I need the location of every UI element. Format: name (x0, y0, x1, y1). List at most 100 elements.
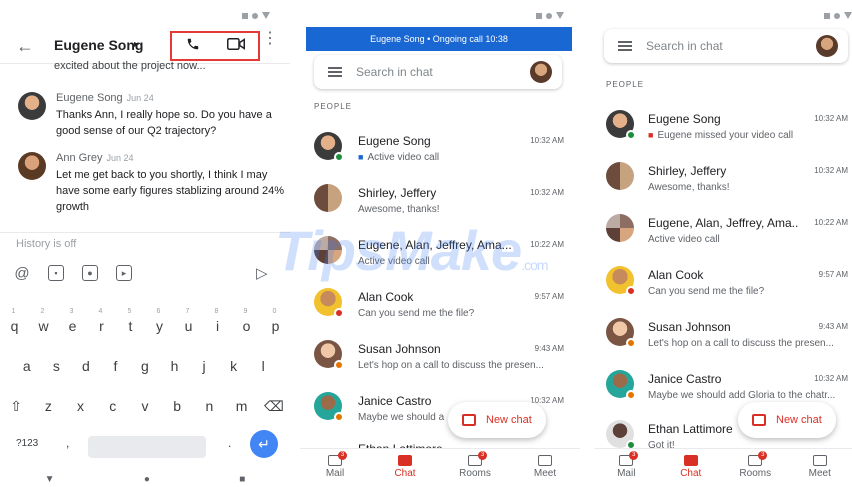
new-chat-label: New chat (776, 414, 822, 426)
menu-icon[interactable] (328, 67, 342, 77)
ongoing-call-banner[interactable]: Eugene Song • Ongoing call 10:38 (306, 27, 572, 51)
key-u[interactable]: 7u (178, 308, 200, 334)
away-status-dot (626, 390, 636, 400)
key-b[interactable]: b (166, 398, 188, 415)
key-v[interactable]: v (134, 398, 156, 415)
chat-row[interactable]: Eugene Song 10:32 AM ■ Eugene missed your… (606, 108, 850, 160)
avatar[interactable] (18, 152, 46, 180)
phone-icon[interactable] (186, 37, 200, 56)
chat-name: Shirley, Jeffery (358, 186, 437, 200)
key-n[interactable]: n (198, 398, 220, 415)
key-x[interactable]: x (70, 398, 92, 415)
key-z[interactable]: z (37, 398, 59, 415)
nav-chat[interactable]: Chat (375, 449, 435, 487)
key-r[interactable]: 4r (91, 308, 113, 334)
nav-home-icon[interactable]: ● (144, 474, 150, 485)
conversation-panel: ← Eugene Song ▸ ⋮ excited about the proj… (0, 0, 290, 487)
nav-meet[interactable]: Meet (790, 449, 850, 487)
key-m[interactable]: m (231, 398, 253, 415)
avatar (606, 110, 636, 140)
key-e[interactable]: 3e (62, 308, 84, 334)
key-q[interactable]: 1q (4, 308, 26, 334)
space-bar[interactable] (88, 436, 206, 458)
nav-rooms[interactable]: 3 Rooms (725, 449, 785, 487)
image-icon[interactable]: ▪ (48, 265, 64, 281)
group-avatar (606, 162, 634, 190)
chat-row[interactable]: Alan Cook 9:57 AM Can you send me the fi… (606, 264, 850, 316)
key-j[interactable]: j (193, 358, 215, 374)
key-a[interactable]: a (16, 358, 38, 374)
menu-icon[interactable] (618, 41, 632, 51)
status-bar-icons (242, 12, 270, 19)
chat-row[interactable]: Alan Cook 9:57 AM Can you send me the fi… (314, 286, 566, 338)
key-c[interactable]: c (102, 398, 124, 415)
nav-chat[interactable]: Chat (661, 449, 721, 487)
search-bar[interactable]: Search in chat (604, 29, 848, 63)
key-hint: 1 (11, 308, 16, 315)
key-d[interactable]: d (75, 358, 97, 374)
nav-mail[interactable]: 3 Mail (305, 449, 365, 487)
send-icon[interactable]: ▷ (256, 264, 268, 282)
video-call-icon[interactable] (226, 37, 245, 56)
message-sender: Ann Grey Jun 24 (56, 152, 134, 164)
account-avatar[interactable] (530, 61, 552, 83)
new-chat-button[interactable]: New chat (738, 402, 836, 438)
nav-meet[interactable]: Meet (515, 449, 575, 487)
symbols-key[interactable]: ?123 (16, 438, 38, 449)
key-l[interactable]: l (252, 358, 274, 374)
chat-time: 10:32 AM (814, 374, 848, 383)
compose-field[interactable]: History is off (0, 232, 290, 256)
nav-label: Mail (325, 468, 345, 479)
chat-name: Eugene Song (648, 112, 721, 126)
chevron-right-icon[interactable]: ▸ (134, 39, 139, 50)
camera-icon[interactable]: ● (82, 265, 98, 281)
key-hint: 0 (272, 308, 277, 315)
key-s[interactable]: s (45, 358, 67, 374)
nav-rooms[interactable]: 3 Rooms (445, 449, 505, 487)
nav-recents-icon[interactable]: ■ (239, 474, 245, 485)
key-o[interactable]: 9o (236, 308, 258, 334)
mention-icon[interactable]: @ (14, 265, 30, 282)
chat-name: Janice Castro (648, 372, 722, 386)
chat-subtitle: Maybe we should a (358, 412, 445, 423)
new-chat-button[interactable]: New chat (448, 402, 546, 438)
comma-key[interactable]: , (66, 436, 69, 450)
nav-mail[interactable]: 3 Mail (596, 449, 656, 487)
key-label: w (38, 318, 49, 334)
away-status-dot (334, 412, 344, 422)
video-icon[interactable]: ▸ (116, 265, 132, 281)
chat-row[interactable]: Susan Johnson 9:43 AM Let's hop on a cal… (606, 316, 850, 368)
chat-subtitle: Let's hop on a call to discuss the prese… (358, 360, 544, 371)
arrow-back-icon[interactable]: ← (16, 36, 34, 57)
key-label: i (215, 318, 220, 334)
conversation-title[interactable]: Eugene Song (54, 37, 143, 53)
key-hint: 2 (40, 308, 45, 315)
shift-icon[interactable]: ⇧ (5, 398, 27, 415)
key-label: e (68, 318, 77, 334)
enter-icon[interactable]: ↵ (250, 430, 278, 458)
nav-back-icon[interactable]: ▼ (45, 474, 55, 485)
chat-row[interactable]: Susan Johnson 9:43 AM Let's hop on a cal… (314, 338, 566, 390)
chat-row[interactable]: Eugene Song 10:32 AM ■ Active video call (314, 130, 566, 182)
more-vert-icon[interactable]: ⋮ (262, 31, 278, 47)
avatar[interactable] (18, 92, 46, 120)
key-t[interactable]: 5t (120, 308, 142, 334)
key-g[interactable]: g (134, 358, 156, 374)
account-avatar[interactable] (816, 35, 838, 57)
call-actions-highlight (170, 31, 260, 61)
key-p[interactable]: 0p (265, 308, 287, 334)
key-k[interactable]: k (223, 358, 245, 374)
dnd-status-dot (626, 286, 636, 296)
key-h[interactable]: h (164, 358, 186, 374)
key-y[interactable]: 6y (149, 308, 171, 334)
search-bar[interactable]: Search in chat (314, 55, 562, 89)
chat-row[interactable]: Shirley, Jeffery 10:32 AM Awesome, thank… (606, 160, 850, 212)
message-body: Let me get back to you shortly, I think … (56, 169, 285, 213)
backspace-icon[interactable]: ⌫ (263, 398, 285, 415)
chat-row[interactable]: Eugene, Alan, Jeffrey, Ama... 10:22 AM A… (606, 212, 850, 264)
period-key[interactable]: . (228, 436, 231, 450)
key-w[interactable]: 2w (33, 308, 55, 334)
nav-label: Meet (533, 468, 557, 479)
key-f[interactable]: f (104, 358, 126, 374)
key-i[interactable]: 8i (207, 308, 229, 334)
